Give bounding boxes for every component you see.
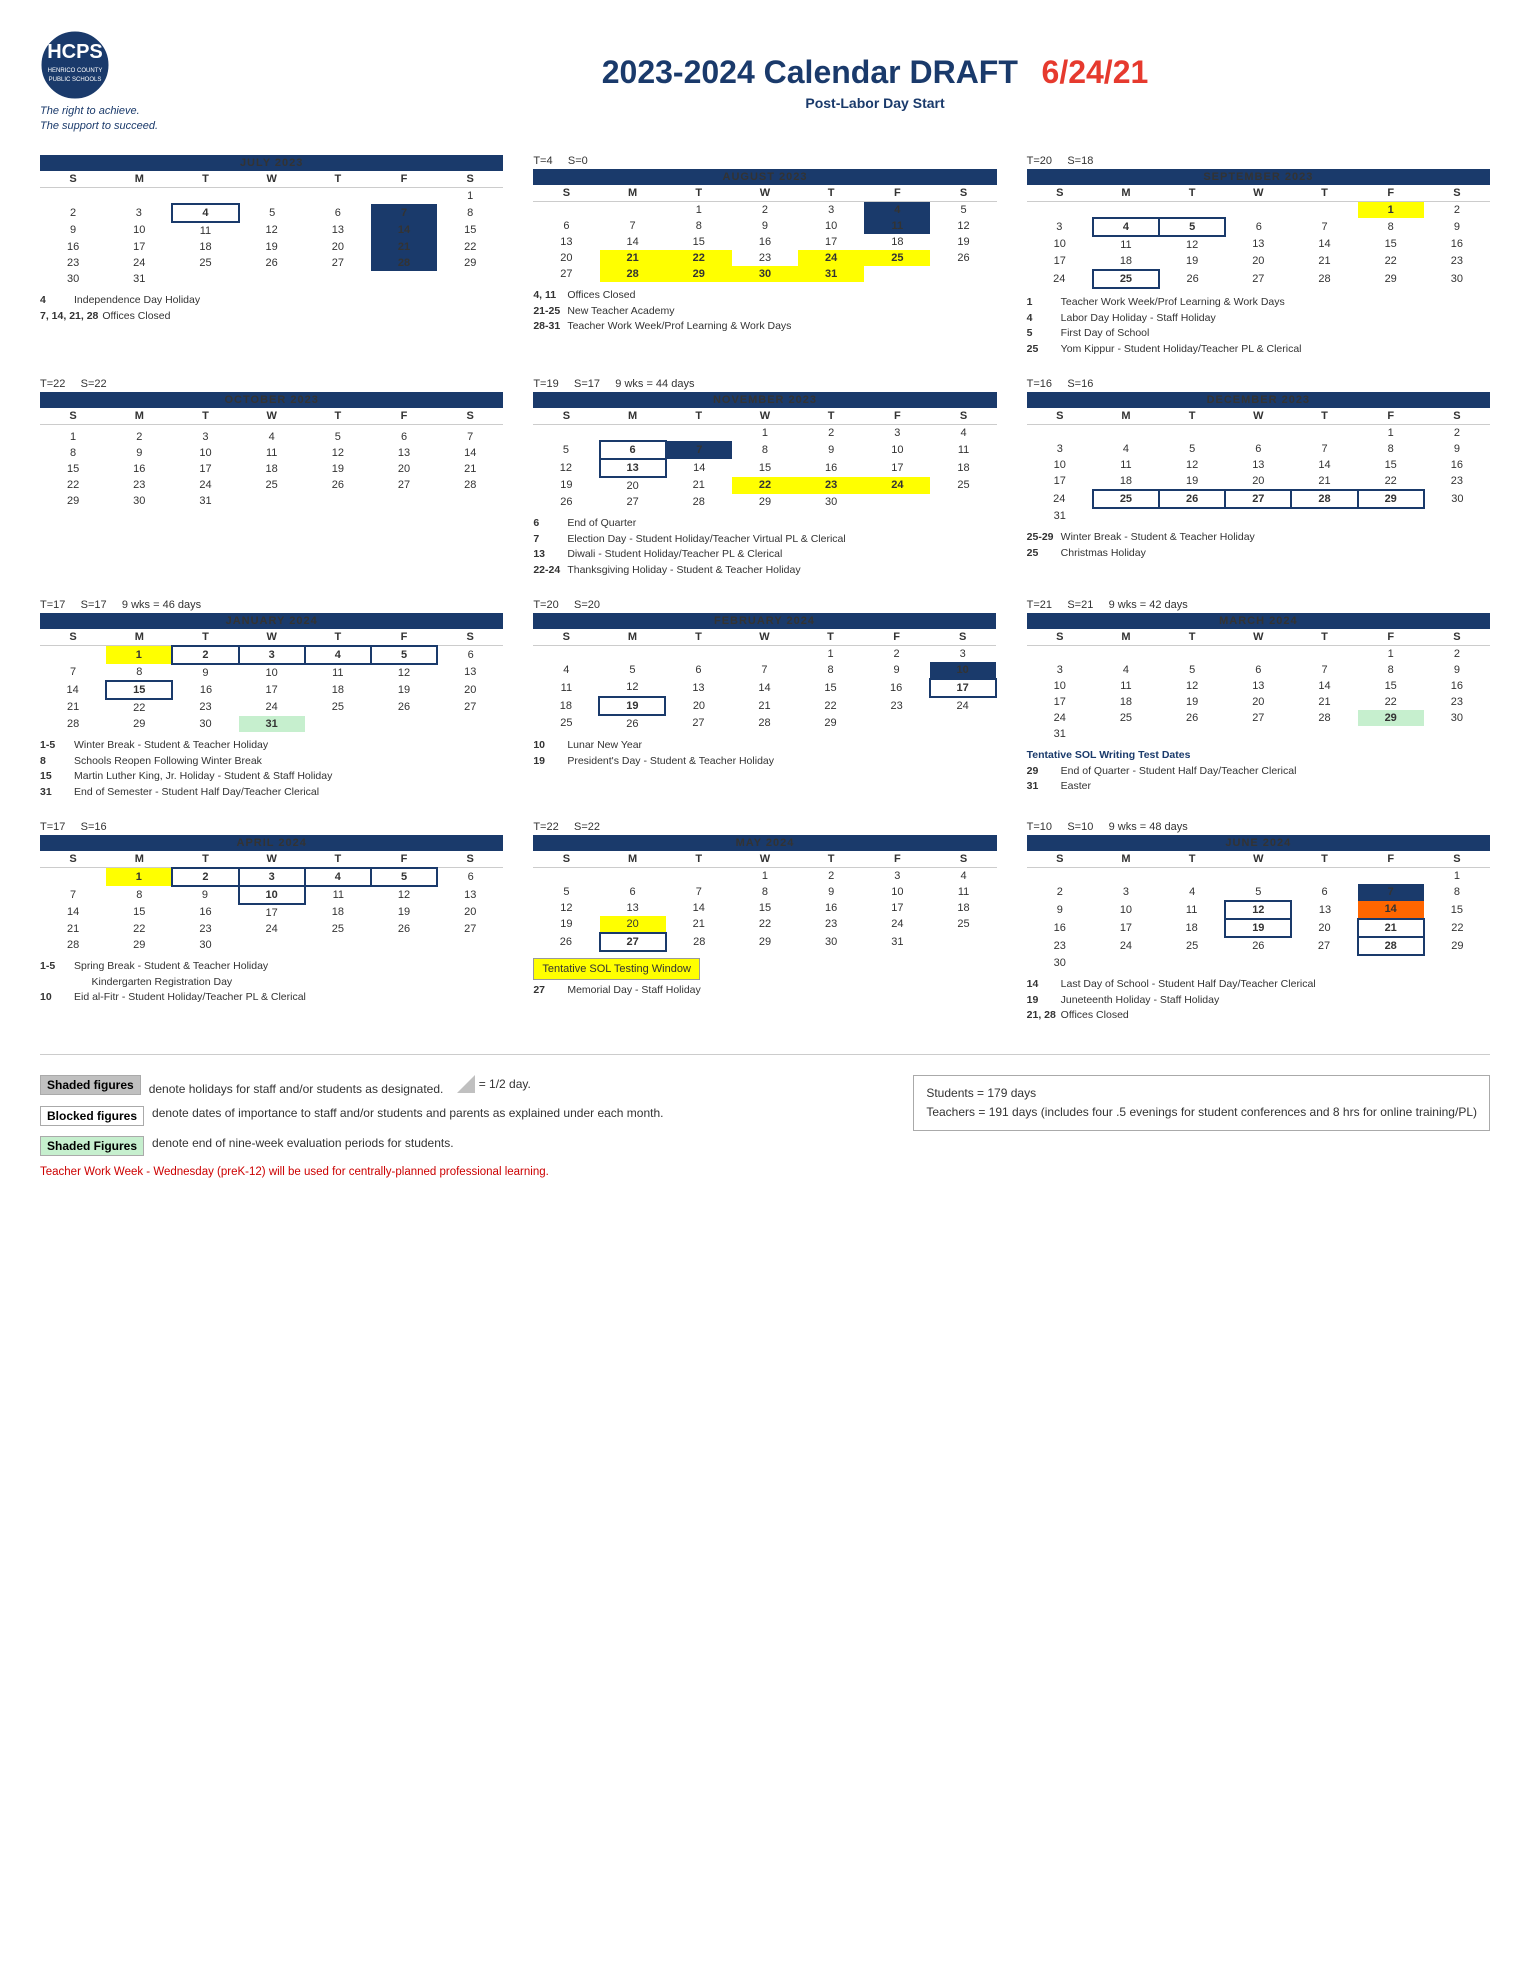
hcps-logo-icon: HCPS HENRICO COUNTY PUBLIC SCHOOLS	[40, 30, 110, 100]
legend-row-1: Shaded figures denote holidays for staff…	[40, 1075, 873, 1096]
apr-notes: 1-5Spring Break - Student & Teacher Holi…	[40, 959, 503, 1006]
feb-table: FEBRUARY 2024 SMTWTFS 123 45678910 11121…	[533, 613, 996, 732]
calendar-grid: JULY 2023 SMTWTFS 1 2345678 910111213141…	[40, 155, 1490, 1024]
month-june-2024: T=10 S=10 9 wks = 48 days JUNE 2024 SMTW…	[1027, 821, 1490, 1024]
main-title: 2023-2024 Calendar DRAFT	[602, 54, 1018, 90]
august-notes: 4, 11Offices Closed 21-25New Teacher Aca…	[533, 288, 996, 335]
jun-stats: T=10 S=10 9 wks = 48 days	[1027, 821, 1490, 833]
feb-title: FEBRUARY 2024	[533, 613, 995, 629]
blocked-figures-box: Blocked figures	[40, 1106, 144, 1126]
jan-title: JANUARY 2024	[40, 613, 503, 629]
sep-notes: 1Teacher Work Week/Prof Learning & Work …	[1027, 295, 1490, 358]
august-table: AUGUST 2023 SMTWTFS 12345 6789101112 131…	[533, 169, 996, 282]
apr-stats: T=17 S=16	[40, 821, 503, 833]
mar-stats: T=21 S=21 9 wks = 42 days	[1027, 599, 1490, 611]
month-october-2023: T=22 S=22 OCTOBER 2023 SMTWTFS 1234567 8…	[40, 378, 503, 579]
august-title: AUGUST 2023	[533, 169, 996, 185]
jun-table: JUNE 2024 SMTWTFS 1 2345678 910111213141…	[1027, 835, 1490, 971]
shaded-figures-text: denote holidays for staff and/or student…	[149, 1075, 531, 1096]
svg-text:HENRICO COUNTY: HENRICO COUNTY	[48, 68, 103, 74]
nov-table: NOVEMBER 2023 SMTWTFS 1234 567891011 121…	[533, 392, 996, 510]
july-notes: 4Independence Day Holiday 7, 14, 21, 28O…	[40, 293, 503, 325]
mar-title: MARCH 2024	[1027, 613, 1490, 629]
blocked-figures-text: denote dates of importance to staff and/…	[152, 1106, 663, 1120]
jan-stats: T=17 S=17 9 wks = 46 days	[40, 599, 503, 611]
sep-title: SEPTEMBER 2023	[1027, 169, 1490, 185]
legend-row-2: Blocked figures denote dates of importan…	[40, 1106, 873, 1126]
jun-title: JUNE 2024	[1027, 835, 1490, 851]
may-title: MAY 2024	[533, 835, 996, 851]
mar-table: MARCH 2024 SMTWTFS 12 3456789 1011121314…	[1027, 613, 1490, 742]
mar-notes: Tentative SOL Writing Test Dates 29End o…	[1027, 748, 1490, 795]
dec-notes: 25-29Winter Break - Student & Teacher Ho…	[1027, 530, 1490, 562]
legend-area: Shaded figures denote holidays for staff…	[40, 1054, 1490, 1178]
legend-right-box: Students = 179 days Teachers = 191 days …	[913, 1075, 1490, 1131]
title-area: 2023-2024 Calendar DRAFT 6/24/21 Post-La…	[260, 54, 1490, 111]
jan-table: JANUARY 2024 SMTWTFS 123456 78910111213 …	[40, 613, 503, 732]
students-text: Students = 179 days	[926, 1084, 1477, 1103]
shaded-figures-box: Shaded figures	[40, 1075, 141, 1095]
feb-notes: 10Lunar New Year 19President's Day - Stu…	[533, 738, 996, 770]
page-header: HCPS HENRICO COUNTY PUBLIC SCHOOLS The r…	[40, 30, 1490, 135]
month-august-2023: T=4 S=0 AUGUST 2023 SMTWTFS 12345 678910…	[533, 155, 996, 358]
teachers-text: Teachers = 191 days (includes four .5 ev…	[926, 1103, 1477, 1122]
jan-notes: 1-5Winter Break - Student & Teacher Holi…	[40, 738, 503, 801]
teacher-note: Teacher Work Week - Wednesday (preK-12) …	[40, 1166, 873, 1178]
svg-text:PUBLIC SCHOOLS: PUBLIC SCHOOLS	[49, 77, 102, 83]
dec-stats: T=16 S=16	[1027, 378, 1490, 390]
subtitle: Post-Labor Day Start	[260, 95, 1490, 111]
svg-text:HCPS: HCPS	[47, 41, 103, 63]
month-september-2023: T=20 S=18 SEPTEMBER 2023 SMTWTFS 12 3456…	[1027, 155, 1490, 358]
tagline: The right to achieve. The support to suc…	[40, 104, 260, 135]
sol-testing-bar: Tentative SOL Testing Window	[533, 958, 700, 981]
dec-title: DECEMBER 2023	[1027, 392, 1490, 408]
draft-date: 6/24/21	[1042, 54, 1149, 90]
july-title: JULY 2023	[40, 155, 503, 171]
sep-table: SEPTEMBER 2023 SMTWTFS 12 3456789 101112…	[1027, 169, 1490, 289]
dec-table: DECEMBER 2023 SMTWTFS 12 3456789 1011121…	[1027, 392, 1490, 524]
may-notes: Tentative SOL Testing Window 27Memorial …	[533, 958, 996, 999]
jun-notes: 14Last Day of School - Student Half Day/…	[1027, 977, 1490, 1024]
half-day-triangle-icon	[457, 1075, 475, 1093]
shaded-figures2-box: Shaded Figures	[40, 1136, 144, 1156]
oct-table: OCTOBER 2023 SMTWTFS 1234567 89101112131…	[40, 392, 503, 509]
nov-stats: T=19 S=17 9 wks = 44 days	[533, 378, 996, 390]
may-stats: T=22 S=22	[533, 821, 996, 833]
nov-notes: 6End of Quarter 7Election Day - Student …	[533, 516, 996, 579]
oct-title: OCTOBER 2023	[40, 392, 503, 408]
apr-table: APRIL 2024 SMTWTFS 123456 78910111213 14…	[40, 835, 503, 953]
oct-stats: T=22 S=22	[40, 378, 503, 390]
feb-stats: T=20 S=20	[533, 599, 996, 611]
apr-title: APRIL 2024	[40, 835, 503, 851]
month-april-2024: T=17 S=16 APRIL 2024 SMTWTFS 123456 7891…	[40, 821, 503, 1024]
half-day-indicator: = 1/2 day.	[457, 1075, 531, 1093]
month-december-2023: T=16 S=16 DECEMBER 2023 SMTWTFS 12 34567…	[1027, 378, 1490, 579]
may-table: MAY 2024 SMTWTFS 1234 567891011 12131415…	[533, 835, 996, 952]
july-table: JULY 2023 SMTWTFS 1 2345678 910111213141…	[40, 155, 503, 287]
sep-stats: T=20 S=18	[1027, 155, 1490, 167]
shaded-figures2-text: denote end of nine-week evaluation perio…	[152, 1136, 454, 1150]
month-february-2024: T=20 S=20 FEBRUARY 2024 SMTWTFS 123 4567…	[533, 599, 996, 801]
month-november-2023: T=19 S=17 9 wks = 44 days NOVEMBER 2023 …	[533, 378, 996, 579]
month-march-2024: T=21 S=21 9 wks = 42 days MARCH 2024 SMT…	[1027, 599, 1490, 801]
month-may-2024: T=22 S=22 MAY 2024 SMTWTFS 1234 56789101…	[533, 821, 996, 1024]
logo-area: HCPS HENRICO COUNTY PUBLIC SCHOOLS The r…	[40, 30, 260, 135]
legend-row-3: Shaded Figures denote end of nine-week e…	[40, 1136, 873, 1156]
month-july-2023: JULY 2023 SMTWTFS 1 2345678 910111213141…	[40, 155, 503, 358]
august-stats: T=4 S=0	[533, 155, 996, 167]
month-january-2024: T=17 S=17 9 wks = 46 days JANUARY 2024 S…	[40, 599, 503, 801]
nov-title: NOVEMBER 2023	[533, 392, 996, 408]
